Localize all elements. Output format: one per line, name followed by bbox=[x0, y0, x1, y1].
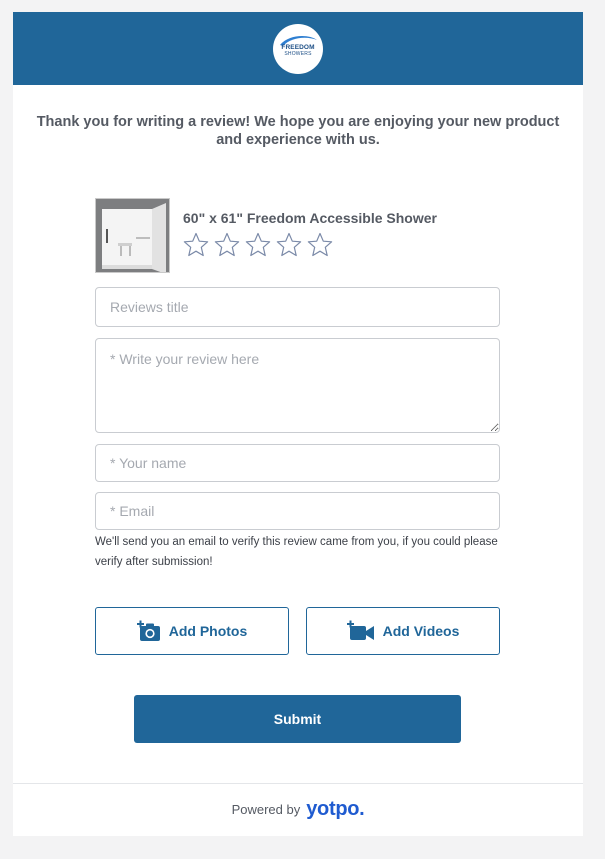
product-thumbnail bbox=[95, 198, 170, 273]
add-photos-label: Add Photos bbox=[168, 623, 248, 639]
add-videos-button[interactable]: Add Videos bbox=[306, 607, 500, 655]
review-body-textarea[interactable] bbox=[95, 338, 500, 433]
submit-button[interactable]: Submit bbox=[134, 695, 461, 743]
star-rating[interactable] bbox=[183, 232, 333, 258]
email-verification-note: We'll send you an email to verify this r… bbox=[95, 536, 498, 568]
powered-by-label: Powered by bbox=[231, 802, 301, 817]
powered-by: Powered by yotpo. bbox=[13, 798, 583, 821]
email-input[interactable] bbox=[95, 492, 500, 530]
add-videos-label: Add Videos bbox=[382, 623, 460, 639]
add-photos-button[interactable]: Add Photos bbox=[95, 607, 289, 655]
logo-text-secondary: SHOWERS bbox=[284, 50, 312, 57]
header-bar: FREEDOM SHOWERS bbox=[13, 12, 583, 85]
logo-text-primary: FREEDOM bbox=[281, 43, 315, 51]
review-title-input[interactable] bbox=[95, 287, 500, 327]
star-4-icon[interactable] bbox=[276, 232, 302, 258]
freedom-showers-logo: FREEDOM SHOWERS bbox=[273, 24, 323, 74]
star-1-icon[interactable] bbox=[183, 232, 209, 258]
footer-divider bbox=[13, 783, 583, 784]
yotpo-logo[interactable]: yotpo. bbox=[306, 798, 365, 821]
intro-message: Thank you for writing a review! We hope … bbox=[36, 114, 560, 148]
add-photo-camera-icon bbox=[136, 620, 160, 641]
review-card: FREEDOM SHOWERS Thank you for writing a … bbox=[13, 12, 583, 836]
name-input[interactable] bbox=[95, 444, 500, 482]
product-name: 60" x 61" Freedom Accessible Shower bbox=[183, 210, 437, 226]
star-2-icon[interactable] bbox=[214, 232, 240, 258]
star-3-icon[interactable] bbox=[245, 232, 271, 258]
star-5-icon[interactable] bbox=[307, 232, 333, 258]
add-video-camera-icon bbox=[346, 620, 374, 640]
